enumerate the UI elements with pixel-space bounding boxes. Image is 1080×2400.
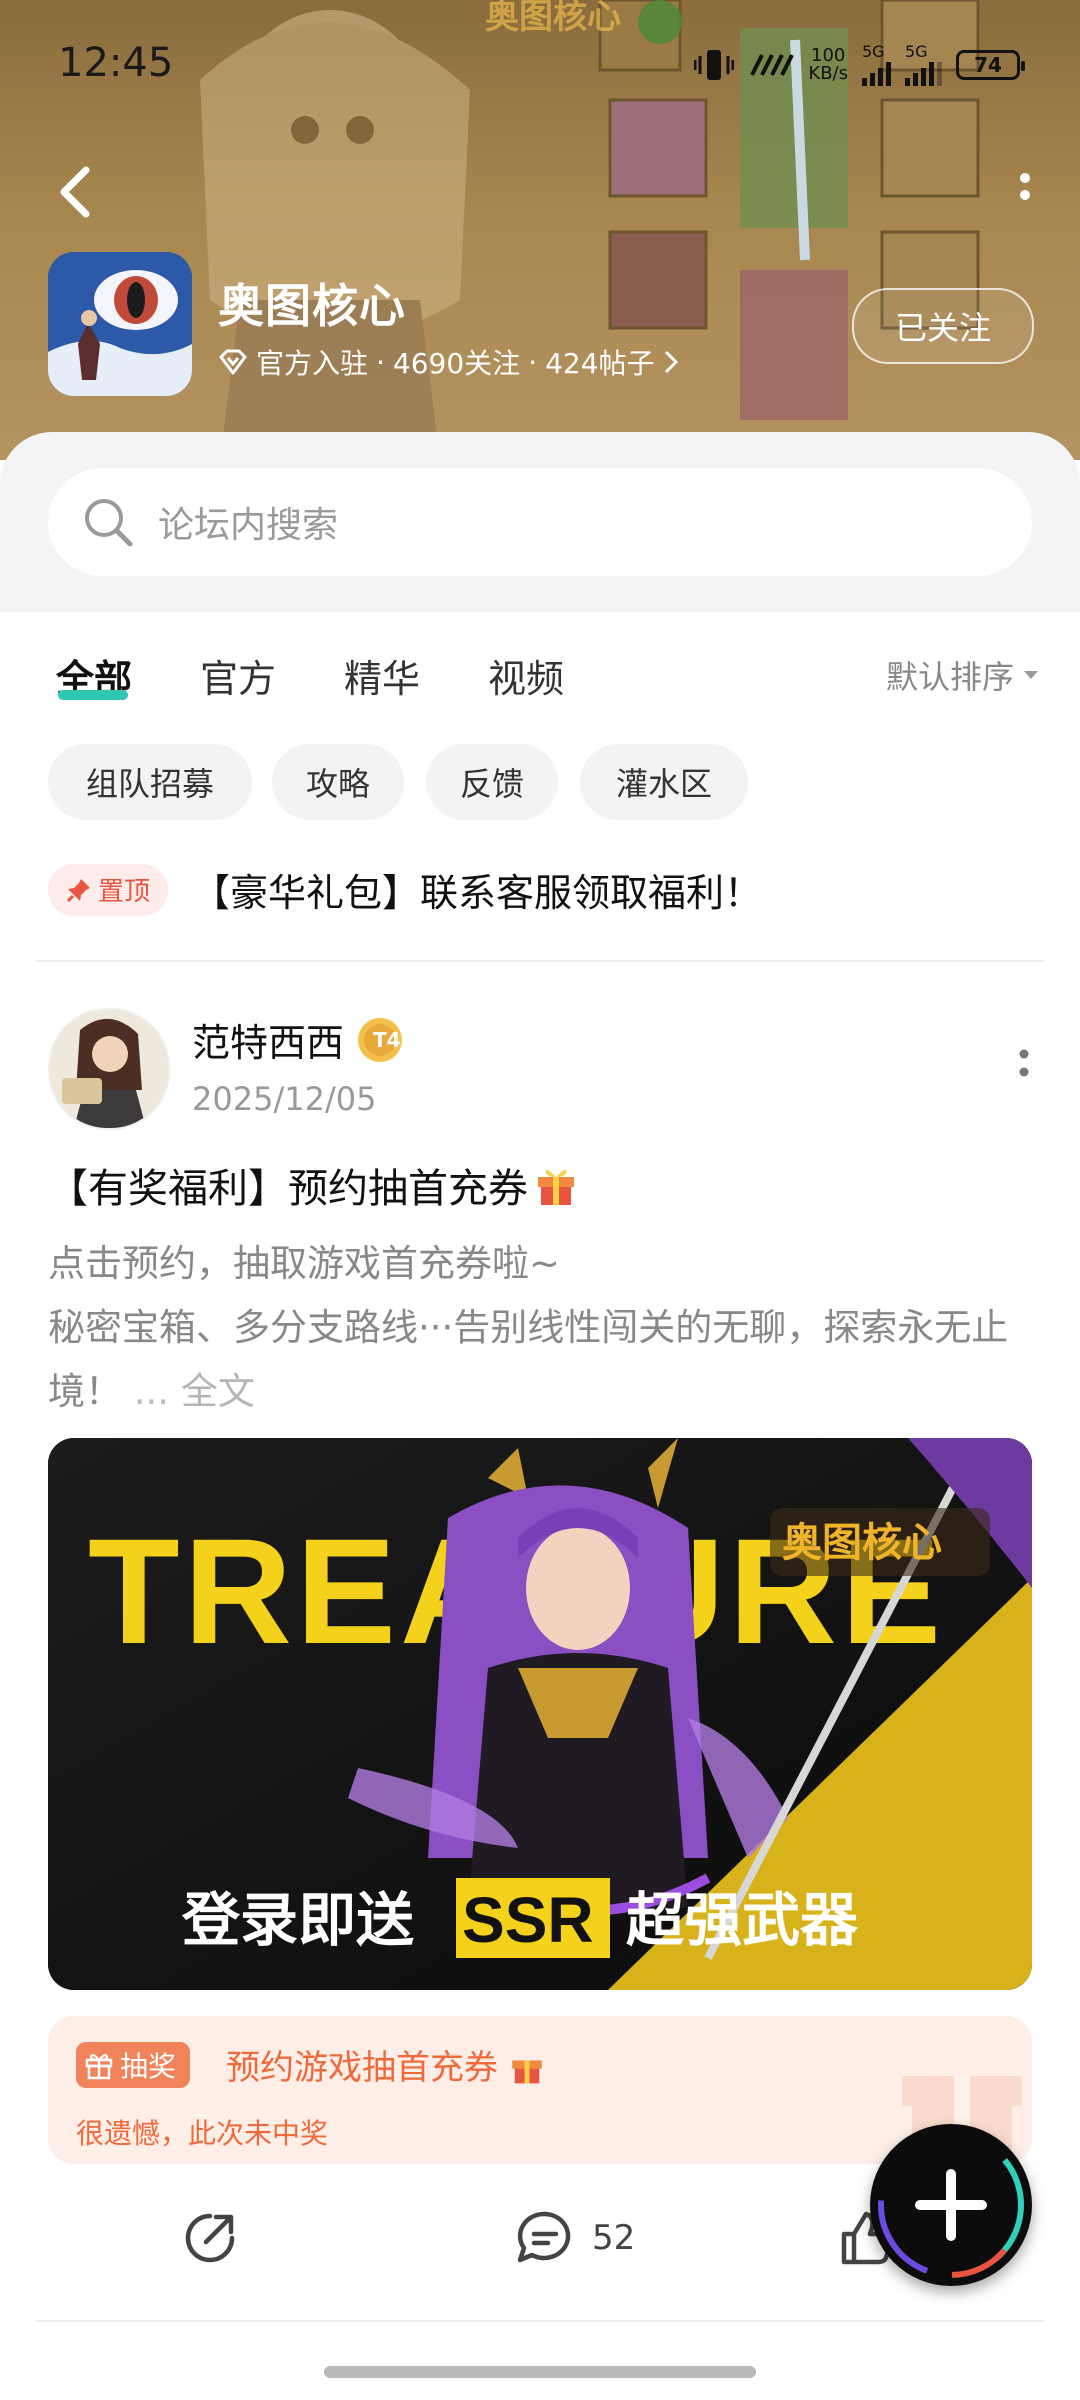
signal-1: 5G xyxy=(862,44,891,86)
post-ellipsis: ... xyxy=(133,1370,170,1413)
post-body-line-2: 秘密宝箱、多分支路线···告别线性闯关的无聊，探索永无止境！ ... 全文 xyxy=(48,1296,1038,1424)
status-time: 12:45 xyxy=(58,40,174,86)
chip-team-recruit[interactable]: 组队招募 xyxy=(48,744,252,820)
chip-water-zone[interactable]: 灌水区 xyxy=(580,744,748,820)
status-bar: 12:45 100 KB/s 5G 5G 74 xyxy=(0,0,1080,130)
network-type-1: 5G xyxy=(862,42,885,61)
sort-dropdown[interactable]: 默认排序 xyxy=(886,652,1040,698)
divider xyxy=(36,2320,1044,2322)
hd-icon xyxy=(750,54,795,76)
banner-caption-left: 登录即送 xyxy=(181,1886,414,1954)
caret-down-icon xyxy=(1024,671,1038,679)
battery-level: 74 xyxy=(974,53,1002,77)
tab-video[interactable]: 视频 xyxy=(488,648,564,703)
post-body-line-1: 点击预约，抽取游戏首充券啦~ xyxy=(48,1242,561,1285)
post-image-banner[interactable]: TREASURE 奥图核心 登录即送 SSR 超强武器 xyxy=(48,1438,1032,1990)
posts-count: 424帖子 xyxy=(545,347,655,380)
post-author[interactable]: 范特西西 T4 xyxy=(192,1012,404,1067)
meta-separator-2: · xyxy=(528,345,538,379)
tab-active-indicator xyxy=(58,690,128,700)
comment-icon xyxy=(517,2211,571,2263)
read-more-link[interactable]: 全文 xyxy=(181,1370,255,1413)
tab-official[interactable]: 官方 xyxy=(200,648,276,703)
banner-caption-highlight: SSR xyxy=(462,1884,594,1956)
lottery-badge-label: 抽奖 xyxy=(120,2050,177,2083)
post-date: 2025/12/05 xyxy=(192,1080,377,1118)
signal-2: 5G xyxy=(905,44,942,86)
followers-count: 4690关注 xyxy=(392,347,521,380)
share-icon xyxy=(185,2213,235,2263)
avatar[interactable] xyxy=(48,1008,170,1130)
chip-feedback[interactable]: 反馈 xyxy=(426,744,558,820)
pin-icon xyxy=(66,878,90,902)
banner-logo-text: 奥图核心 xyxy=(782,1520,942,1566)
post-title[interactable]: 【有奖福利】预约抽首充券 xyxy=(48,1156,578,1214)
share-button[interactable] xyxy=(180,2208,240,2268)
tab-featured[interactable]: 精华 xyxy=(344,648,420,703)
forum-app-icon[interactable] xyxy=(48,252,192,396)
pinned-badge-label: 置顶 xyxy=(98,877,151,907)
forum-meta[interactable]: 官方入驻 · 4690关注 · 424帖子 xyxy=(218,342,679,382)
signal-bars-2-icon xyxy=(905,60,942,86)
comment-button[interactable]: 52 xyxy=(514,2208,635,2268)
battery-icon: 74 xyxy=(956,50,1025,80)
banner-art: TREASURE 奥图核心 登录即送 SSR 超强武器 xyxy=(48,1438,1032,1990)
divider xyxy=(36,960,1044,962)
gift-icon xyxy=(538,1169,574,1205)
comment-count: 52 xyxy=(592,2218,636,2258)
sort-label: 默认排序 xyxy=(885,658,1014,696)
pinned-title: 【豪华礼包】联系客服领取福利！ xyxy=(192,871,763,915)
back-arrow-icon[interactable] xyxy=(48,162,108,222)
chip-guides[interactable]: 攻略 xyxy=(272,744,404,820)
network-type-2: 5G xyxy=(905,42,928,61)
forum-name: 奥图核心 xyxy=(218,279,406,333)
status-icons: 100 KB/s 5G 5G 74 xyxy=(694,44,1025,86)
post-body[interactable]: 点击预约，抽取游戏首充券啦~ 秘密宝箱、多分支路线···告别线性闯关的无聊，探索… xyxy=(48,1232,1038,1424)
verified-diamond-icon xyxy=(219,349,247,375)
search-icon xyxy=(85,499,133,547)
level-badge-icon: T4 xyxy=(358,1017,403,1062)
official-label: 官方入驻 xyxy=(256,347,369,380)
signal-bars-1-icon xyxy=(862,60,891,86)
chevron-right-icon xyxy=(664,350,678,374)
lottery-title: 预约游戏抽首充券 xyxy=(226,2040,545,2089)
lottery-result: 很遗憾，此次未中奖 xyxy=(76,2117,329,2150)
banner-caption-right: 超强武器 xyxy=(626,1886,859,1954)
post-title-text: 【有奖福利】预约抽首充券 xyxy=(48,1166,528,1212)
author-name: 范特西西 xyxy=(192,1021,345,1065)
gift-box-icon xyxy=(85,2053,113,2080)
level-badge-text: T4 xyxy=(373,1028,401,1052)
search-placeholder: 论坛内搜索 xyxy=(158,505,339,546)
lottery-title-text: 预约游戏抽首充券 xyxy=(226,2048,498,2088)
app-icon-art xyxy=(48,252,192,396)
plus-icon xyxy=(878,2132,1024,2278)
forum-header: 奥图核心 12:45 100 KB/s 5G 5G 74 奥图核心 官方入驻 ·… xyxy=(0,0,1080,460)
vibrate-icon xyxy=(694,50,735,80)
follow-button[interactable]: 已关注 xyxy=(852,288,1034,364)
net-speed-unit: KB/s xyxy=(808,63,848,84)
meta-separator-1: · xyxy=(376,345,385,379)
gift-icon xyxy=(512,2060,542,2084)
home-indicator[interactable] xyxy=(324,2366,756,2378)
search-input[interactable]: 论坛内搜索 xyxy=(48,468,1032,576)
post-more-icon[interactable] xyxy=(1014,1046,1034,1086)
pinned-post[interactable]: 置顶 【豪华礼包】联系客服领取福利！ xyxy=(48,862,762,917)
pinned-badge: 置顶 xyxy=(48,863,169,916)
create-post-fab[interactable] xyxy=(870,2124,1032,2286)
avatar-art xyxy=(50,1010,168,1128)
net-speed: 100 KB/s xyxy=(808,47,848,83)
lottery-badge: 抽奖 xyxy=(76,2042,191,2088)
more-vertical-icon[interactable] xyxy=(1010,170,1040,220)
